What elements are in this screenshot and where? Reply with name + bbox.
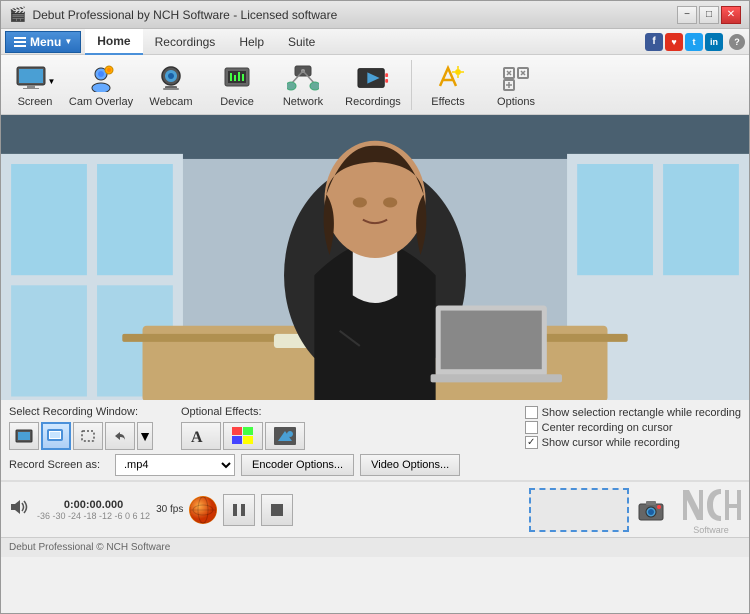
controls-top: Select Recording Window: — [9, 406, 741, 450]
menu-item-home[interactable]: Home — [85, 29, 142, 55]
toolbar-screen[interactable]: ▼ Screen — [5, 58, 65, 112]
volume-icon[interactable] — [9, 497, 31, 522]
waveform-scale: -36 -30 -24 -18 -12 -6 0 6 12 — [37, 511, 150, 521]
camera-button[interactable] — [635, 494, 667, 526]
toolbar-cam-overlay[interactable]: Cam Overlay — [65, 58, 137, 112]
recordings-label: Recordings — [345, 96, 401, 108]
device-label: Device — [220, 96, 254, 108]
select-recording-label: Select Recording Window: — [9, 406, 153, 418]
rec-btn-dropdown[interactable]: ▼ — [137, 422, 153, 450]
checkbox-selection[interactable] — [525, 406, 538, 419]
optional-effects-section: Optional Effects: A — [181, 406, 305, 450]
hamburger-icon — [14, 37, 26, 47]
toolbar: ▼ Screen Cam Overlay Webc — [1, 55, 749, 115]
effects-icon — [432, 62, 464, 94]
rec-btn-fullscreen[interactable] — [9, 422, 39, 450]
menu-arrow-icon: ▼ — [64, 37, 72, 46]
toolbar-separator — [411, 60, 412, 110]
menu-item-suite[interactable]: Suite — [276, 29, 327, 55]
nch-letters — [681, 484, 741, 529]
status-text: Debut Professional © NCH Software — [9, 542, 170, 553]
rec-btn-back[interactable] — [105, 422, 135, 450]
social-icons: f ♥ t in ? — [645, 33, 745, 51]
svg-text:A: A — [191, 429, 203, 446]
screen-icon — [15, 62, 47, 94]
video-options-button[interactable]: Video Options... — [360, 454, 460, 476]
controls-row: Select Recording Window: — [1, 400, 749, 481]
options-label: Options — [497, 96, 535, 108]
playback-bar: 0:00:00.000 -36 -30 -24 -18 -12 -6 0 6 1… — [1, 481, 749, 537]
network-label: Network — [283, 96, 323, 108]
options-icon — [500, 62, 532, 94]
ball-icon[interactable] — [189, 496, 217, 524]
pause-button[interactable] — [223, 494, 255, 526]
time-value: 0:00:00.000 — [37, 499, 150, 511]
menu-item-recordings[interactable]: Recordings — [143, 29, 228, 55]
linkedin-icon[interactable]: in — [705, 33, 723, 51]
title-text: Debut Professional by NCH Software - Lic… — [32, 8, 675, 22]
format-select[interactable]: .mp4 .avi .wmv .mov — [115, 454, 235, 476]
menu-item-help[interactable]: Help — [227, 29, 276, 55]
facebook-icon[interactable]: f — [645, 33, 663, 51]
encoder-options-button[interactable]: Encoder Options... — [241, 454, 354, 476]
like-icon[interactable]: ♥ — [665, 33, 683, 51]
recordings-icon — [357, 62, 389, 94]
toolbar-webcam[interactable]: Webcam — [137, 58, 205, 112]
toolbar-network[interactable]: Network — [269, 58, 337, 112]
nch-logo: Software — [681, 484, 741, 535]
effect-btn-watermark[interactable] — [265, 422, 305, 450]
toolbar-recordings[interactable]: Recordings — [337, 58, 409, 112]
close-button[interactable]: ✕ — [721, 6, 741, 24]
menu-bar: Menu ▼ Home Recordings Help Suite f ♥ t … — [1, 29, 749, 55]
checkbox-center-label: Center recording on cursor — [542, 422, 673, 434]
app-icon: 🎬 — [9, 6, 26, 23]
cam-overlay-label: Cam Overlay — [69, 96, 133, 108]
effect-btn-color[interactable] — [223, 422, 263, 450]
nch-sub-label: Software — [693, 525, 729, 535]
screen-dropdown-icon[interactable]: ▼ — [48, 77, 56, 86]
help-icon[interactable]: ? — [729, 34, 745, 50]
menu-button[interactable]: Menu ▼ — [5, 31, 81, 53]
checkbox-row-center: Center recording on cursor — [525, 421, 741, 434]
time-display: 0:00:00.000 -36 -30 -24 -18 -12 -6 0 6 1… — [37, 499, 150, 521]
device-icon — [221, 62, 253, 94]
twitter-icon[interactable]: t — [685, 33, 703, 51]
minimize-button[interactable]: − — [677, 6, 697, 24]
checkbox-center[interactable] — [525, 421, 538, 434]
cam-overlay-icon — [85, 62, 117, 94]
maximize-button[interactable]: □ — [699, 6, 719, 24]
effect-btn-text[interactable]: A — [181, 422, 221, 450]
webcam-icon — [155, 62, 187, 94]
checkbox-row-cursor: ✓ Show cursor while recording — [525, 436, 741, 449]
checkbox-cursor[interactable]: ✓ — [525, 436, 538, 449]
recording-buttons: ▼ — [9, 422, 153, 450]
title-bar: 🎬 Debut Professional by NCH Software - L… — [1, 1, 749, 29]
preview-thumbnail — [529, 488, 629, 532]
record-as-row: Record Screen as: .mp4 .avi .wmv .mov En… — [9, 454, 741, 476]
record-as-label: Record Screen as: — [9, 459, 109, 471]
checkboxes-section: Show selection rectangle while recording… — [525, 406, 741, 449]
toolbar-options[interactable]: Options — [482, 58, 550, 112]
checkbox-cursor-label: Show cursor while recording — [542, 437, 680, 449]
toolbar-effects[interactable]: Effects — [414, 58, 482, 112]
effects-label: Effects — [431, 96, 464, 108]
effects-buttons: A — [181, 422, 305, 450]
webcam-label: Webcam — [149, 96, 192, 108]
preview-area — [1, 115, 749, 400]
rec-btn-window[interactable] — [41, 422, 71, 450]
optional-effects-label: Optional Effects: — [181, 406, 305, 418]
toolbar-device[interactable]: Device — [205, 58, 269, 112]
network-icon — [287, 62, 319, 94]
rec-btn-region[interactable] — [73, 422, 103, 450]
stop-button[interactable] — [261, 494, 293, 526]
fps-display: 30 fps — [156, 504, 183, 515]
status-bar: Debut Professional © NCH Software — [1, 537, 749, 557]
checkbox-row-selection: Show selection rectangle while recording — [525, 406, 741, 419]
preview-scene — [1, 115, 749, 400]
select-recording-section: Select Recording Window: — [9, 406, 153, 450]
thumbnail-preview — [534, 491, 624, 529]
checkbox-selection-label: Show selection rectangle while recording — [542, 407, 741, 419]
screen-label: Screen — [18, 96, 53, 108]
